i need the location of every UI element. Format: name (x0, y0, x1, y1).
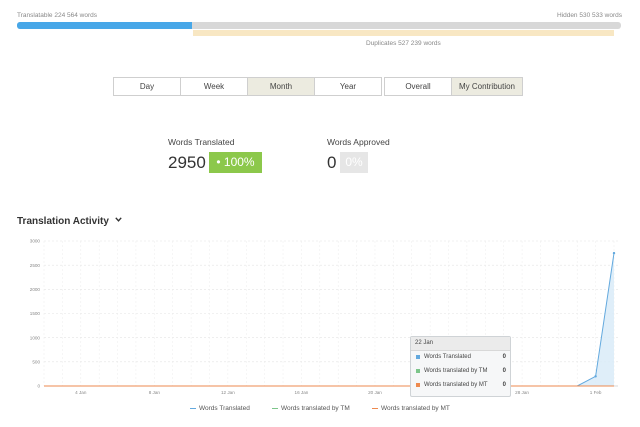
legend-line-icon (372, 407, 378, 409)
period-day-button[interactable]: Day (114, 78, 181, 95)
duplicates-count: Duplicates 527 239 words (366, 40, 441, 47)
scope-selector: Overall My Contribution (384, 77, 523, 96)
words-approved-value: 0 (327, 153, 337, 172)
scope-overall-button[interactable]: Overall (385, 78, 452, 95)
legend-label: Words translated by TM (281, 405, 350, 412)
legend-label: Words translated by MT (381, 405, 450, 412)
legend-line-icon (272, 407, 278, 409)
translation-progress-bar (17, 22, 621, 29)
data-point (612, 251, 616, 255)
x-tick-label: 20 Jan (368, 390, 382, 395)
tooltip-value: 0 (502, 368, 506, 374)
words-translated-percent-badge: • 100% (209, 152, 262, 173)
y-tick-label: 1000 (30, 335, 41, 340)
x-tick-label: 1 Feb (590, 390, 602, 395)
x-tick-label: 4 Jan (75, 390, 87, 395)
legend-label: Words Translated (199, 405, 250, 412)
y-tick-label: 3000 (30, 239, 41, 244)
words-approved-percent-badge: 0% (340, 152, 368, 173)
series-area-words-translated (44, 253, 614, 386)
legend-words-mt[interactable]: Words translated by MT (372, 405, 450, 412)
scope-my-contribution-button[interactable]: My Contribution (452, 78, 522, 95)
y-tick-label: 1500 (30, 311, 41, 316)
words-translated-label: Words Translated (168, 137, 235, 147)
period-month-button[interactable]: Month (248, 78, 315, 95)
tooltip-label: Words Translated (424, 354, 471, 360)
legend-words-tm[interactable]: Words translated by TM (272, 405, 350, 412)
x-tick-label: 8 Jan (149, 390, 161, 395)
translation-activity-chart: 0 500 1000 1500 2000 2500 3000 4 Jan 8 Jan 12 Ja… (30, 239, 618, 395)
legend-words-translated[interactable]: Words Translated (190, 405, 250, 412)
translation-activity-label: Translation Activity (17, 216, 109, 227)
period-year-button[interactable]: Year (315, 78, 381, 95)
tooltip-value: 0 (502, 354, 506, 360)
legend-line-icon (190, 407, 196, 409)
y-tick-label: 500 (32, 359, 40, 364)
translation-activity-title[interactable]: Translation Activity (17, 214, 122, 227)
chart-tooltip: 22 Jan Words Translated 0 Words translat… (410, 336, 511, 397)
tooltip-header: 22 Jan (411, 337, 510, 351)
chevron-down-icon[interactable] (114, 214, 122, 225)
data-point (594, 375, 597, 378)
y-tick-label: 2000 (30, 287, 41, 292)
tooltip-value: 0 (502, 382, 506, 388)
period-week-button[interactable]: Week (181, 78, 248, 95)
y-tick-label: 0 (37, 384, 40, 389)
hidden-count: Hidden 530 533 words (556, 12, 622, 19)
x-tick-label: 16 Jan (295, 390, 309, 395)
translation-progress-fill (17, 22, 193, 29)
tooltip-swatch-mt (416, 383, 420, 387)
series-line-words-translated (44, 253, 615, 387)
tooltip-date: 22 Jan (415, 340, 434, 346)
words-approved-label: Words Approved (327, 137, 390, 147)
period-selector: Day Week Month Year (113, 77, 382, 96)
tooltip-label: Words translated by MT (424, 382, 488, 388)
duplicates-bar (193, 30, 614, 36)
translatable-count: Translatable 224 564 words (17, 12, 97, 19)
tooltip-swatch-tm (416, 369, 420, 373)
x-tick-label: 28 Jan (515, 390, 529, 395)
y-tick-label: 2500 (30, 263, 41, 268)
x-tick-label: 12 Jan (221, 390, 235, 395)
tooltip-label: Words translated by TM (424, 368, 488, 374)
tooltip-swatch-translated (416, 355, 420, 359)
words-translated-value: 2950 (168, 153, 206, 172)
